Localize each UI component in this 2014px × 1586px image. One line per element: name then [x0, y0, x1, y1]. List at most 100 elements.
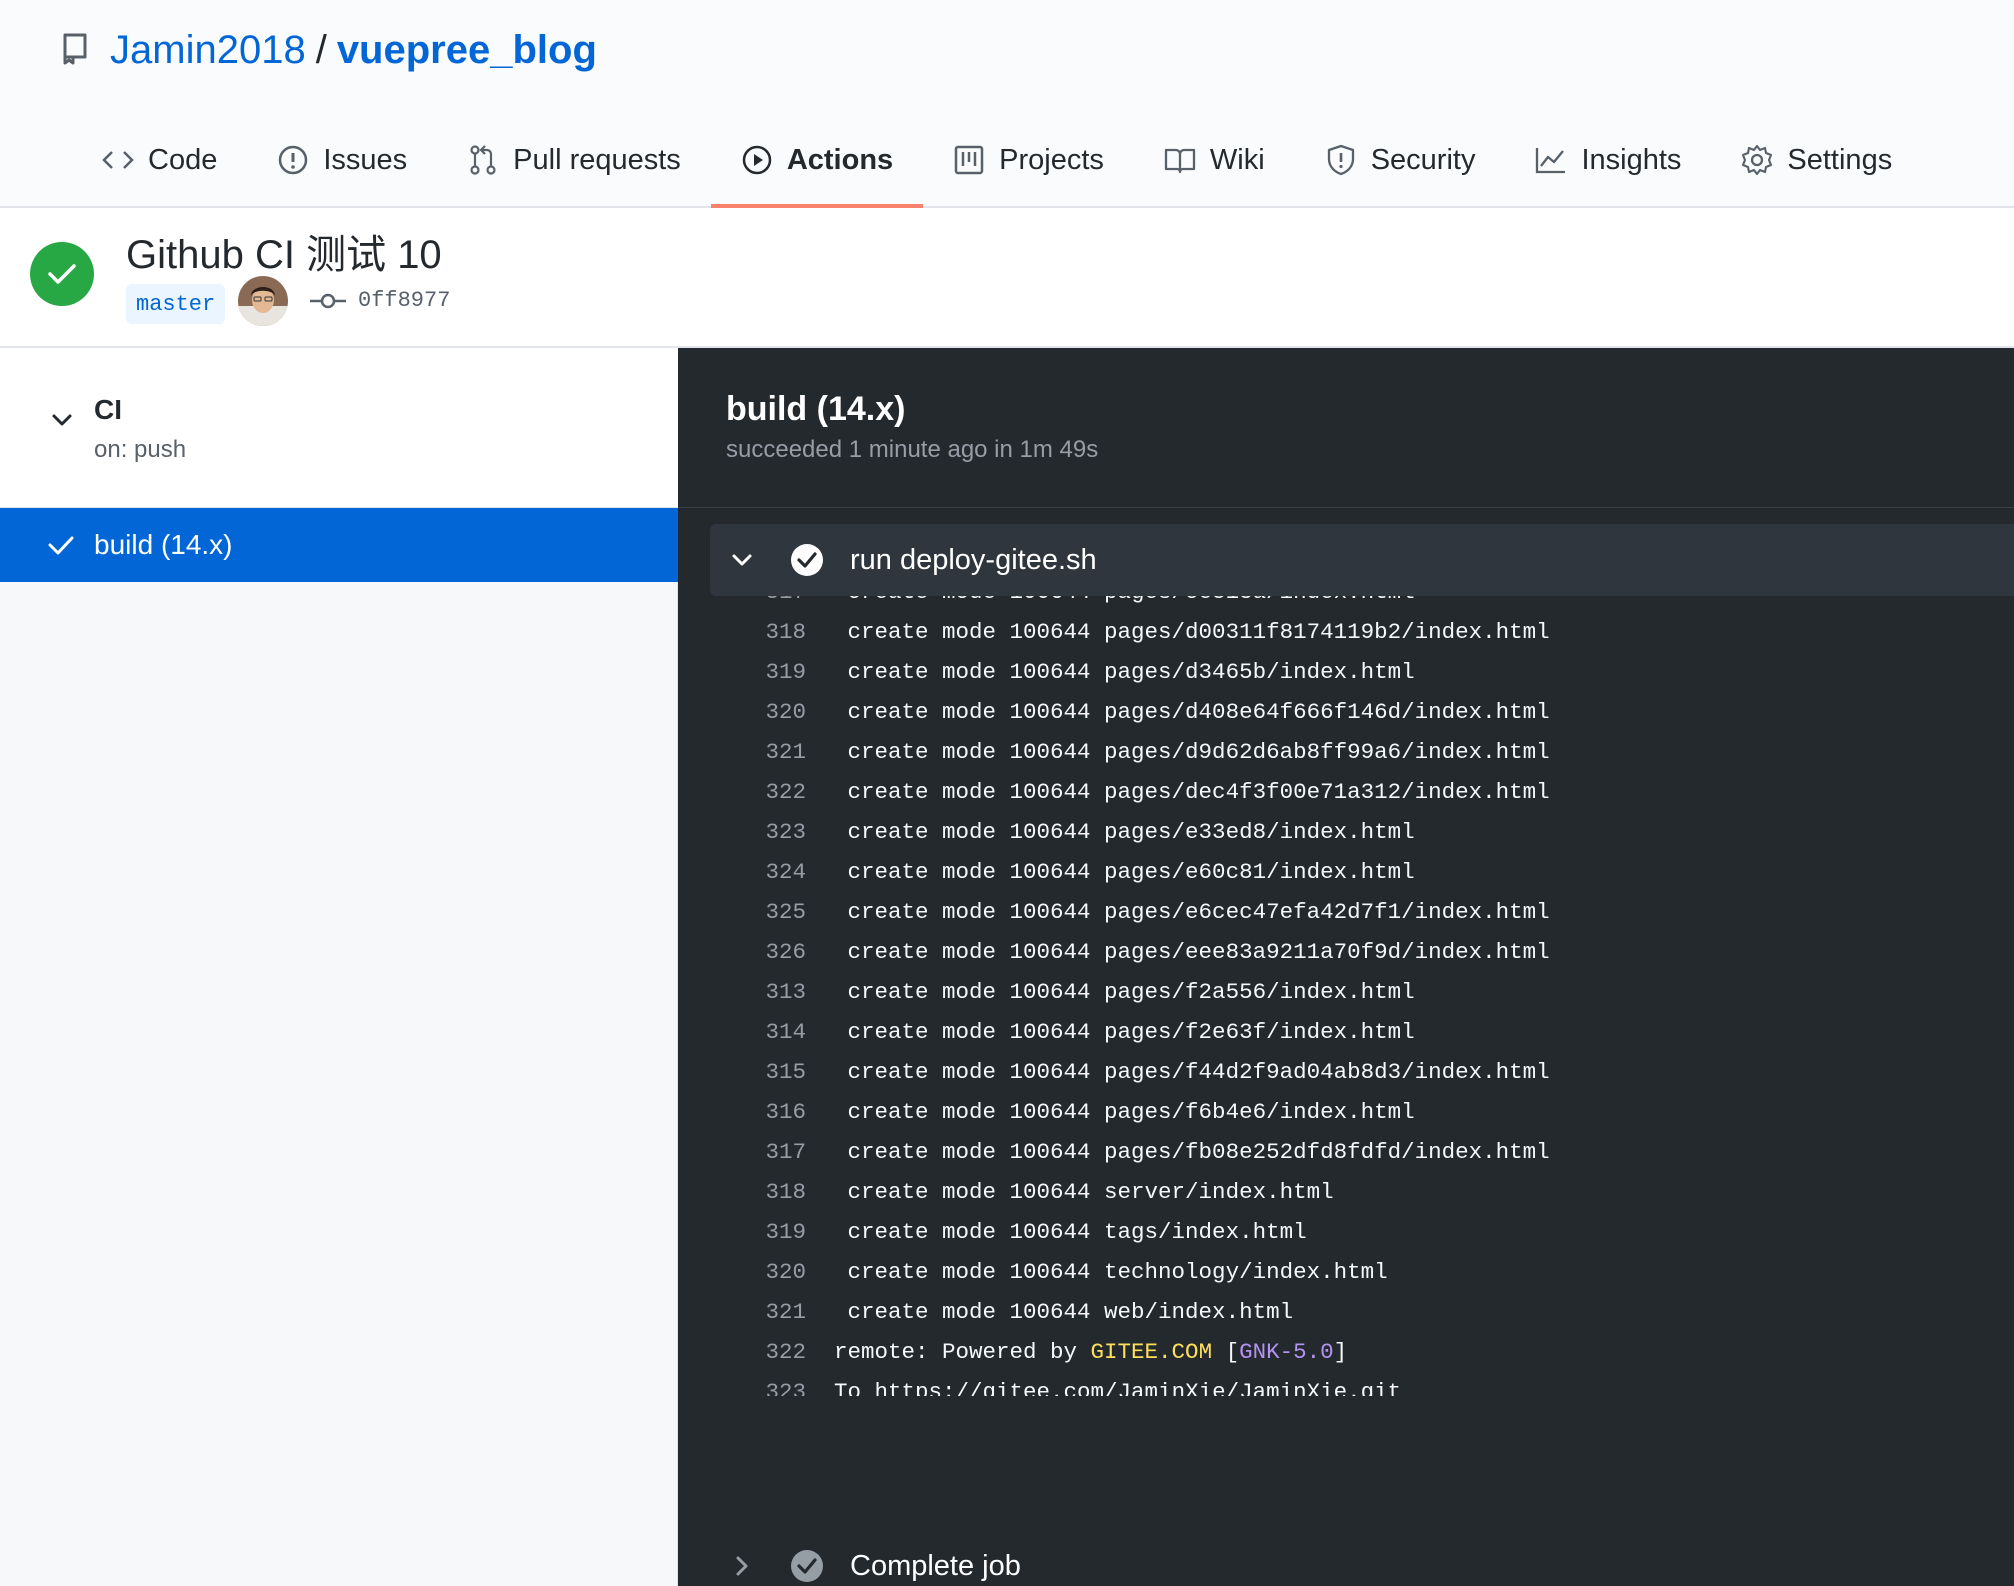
log-line-number[interactable]: 321 [678, 1299, 822, 1325]
log-output: 317 create mode 100644 pages/ce818a/inde… [678, 596, 2014, 1396]
log-line-number[interactable]: 325 [678, 899, 822, 925]
log-line-number[interactable]: 320 [678, 699, 822, 725]
step-success-icon [790, 1549, 824, 1583]
commit-sha-link[interactable]: 0ff8977 [358, 286, 450, 316]
job-status-text: succeeded 1 minute ago in 1m 49s [726, 436, 1099, 463]
tab-insights[interactable]: Insights [1505, 122, 1711, 198]
job-log-header: build (14.x) succeeded 1 minute ago in 1… [678, 348, 2014, 508]
commit-icon [310, 290, 346, 312]
log-line-number[interactable]: 313 [678, 979, 822, 1005]
success-check-icon [30, 242, 94, 306]
code-icon [102, 144, 134, 176]
log-line: 315 create mode 100644 pages/f44d2f9ad04… [678, 1052, 2014, 1092]
log-line: 326 create mode 100644 pages/eee83a9211a… [678, 932, 2014, 972]
log-line-number[interactable]: 318 [678, 1179, 822, 1205]
tab-label: Issues [323, 143, 408, 176]
log-line-text: create mode 100644 pages/f2e63f/index.ht… [834, 1019, 1415, 1045]
check-icon [46, 530, 76, 560]
step-label: run deploy-gitee.sh [850, 543, 1097, 576]
step-run-deploy[interactable]: run deploy-gitee.sh [710, 524, 2014, 596]
project-icon [953, 144, 985, 176]
branch-tag[interactable]: master [126, 284, 226, 324]
log-line-number[interactable]: 317 [678, 596, 822, 605]
log-line: 319 create mode 100644 tags/index.html [678, 1212, 2014, 1252]
tab-code[interactable]: Code [72, 122, 247, 198]
log-line-number[interactable]: 315 [678, 1059, 822, 1085]
chevron-down-icon[interactable] [48, 406, 76, 434]
log-line-text: create mode 100644 pages/dec4f3f00e71a31… [834, 779, 1550, 805]
repo-name-link[interactable]: vuepree_blog [337, 28, 597, 73]
tab-security[interactable]: Security [1295, 122, 1506, 198]
avatar[interactable] [238, 276, 288, 326]
log-text-segment: To [834, 1379, 875, 1396]
job-title: build (14.x) [726, 390, 906, 428]
repo-icon [62, 32, 90, 68]
log-line-text: create mode 100644 pages/f6b4e6/index.ht… [834, 1099, 1415, 1125]
log-line-number[interactable]: 314 [678, 1019, 822, 1045]
tab-actions[interactable]: Actions [710, 122, 924, 208]
play-icon [741, 144, 773, 176]
step-success-icon [790, 543, 824, 577]
chevron-right-icon[interactable] [728, 1552, 756, 1580]
log-line-text: create mode 100644 pages/d408e64f666f146… [834, 699, 1550, 725]
workflow-sidebar: CI on: push build (14.x) [0, 348, 678, 1586]
log-line-text: create mode 100644 pages/d3465b/index.ht… [834, 659, 1415, 685]
job-log-panel: build (14.x) succeeded 1 minute ago in 1… [678, 348, 2014, 1586]
log-line-number[interactable]: 324 [678, 859, 822, 885]
log-text-segment: GITEE.COM [1090, 1339, 1213, 1365]
log-line-number[interactable]: 320 [678, 1259, 822, 1285]
log-line-text: create mode 100644 pages/d00311f8174119b… [834, 619, 1550, 645]
job-label: build (14.x) [94, 529, 233, 560]
log-line: 318 create mode 100644 server/index.html [678, 1172, 2014, 1212]
log-line: 323 create mode 100644 pages/e33ed8/inde… [678, 812, 2014, 852]
log-line: 318 create mode 100644 pages/d00311f8174… [678, 612, 2014, 652]
tab-wiki[interactable]: Wiki [1134, 122, 1295, 198]
log-line-number[interactable]: 321 [678, 739, 822, 765]
log-line: 322 create mode 100644 pages/dec4f3f00e7… [678, 772, 2014, 812]
step-label: Complete job [850, 1549, 1021, 1582]
log-lines-container: 317 create mode 100644 pages/ce818a/inde… [678, 596, 2014, 1396]
log-line-number[interactable]: 323 [678, 1379, 822, 1396]
tab-projects[interactable]: Projects [923, 122, 1134, 198]
run-header: Github CI 测试 10 master 0ff8977 [0, 208, 2014, 348]
tab-pull-requests[interactable]: Pull requests [437, 122, 711, 198]
log-line-number[interactable]: 326 [678, 939, 822, 965]
log-line-text: create mode 100644 pages/fb08e252dfd8fdf… [834, 1139, 1550, 1165]
pull-request-icon [467, 144, 499, 176]
job-item-build[interactable]: build (14.x) [0, 508, 678, 582]
log-line-text: create mode 100644 pages/ce818a/index.ht… [822, 596, 1415, 605]
repo-header: Jamin2018 / vuepree_blog Code Issues Pul… [0, 0, 2014, 208]
tab-label: Insights [1581, 143, 1682, 176]
log-line: 321 create mode 100644 pages/d9d62d6ab8f… [678, 732, 2014, 772]
log-line-number[interactable]: 318 [678, 619, 822, 645]
tab-label: Projects [999, 143, 1104, 176]
log-line-text: create mode 100644 pages/eee83a9211a70f9… [834, 939, 1550, 965]
log-line: 321 create mode 100644 web/index.html [678, 1292, 2014, 1332]
log-line-number[interactable]: 322 [678, 1339, 822, 1365]
log-line: 325 create mode 100644 pages/e6cec47efa4… [678, 892, 2014, 932]
workflow-item[interactable]: CI on: push [0, 348, 678, 508]
chevron-down-icon[interactable] [728, 546, 756, 574]
log-link[interactable]: https://gitee.com/JaminXie/JaminXie.git [875, 1379, 1402, 1396]
graph-icon [1535, 144, 1567, 176]
log-line: 317 create mode 100644 pages/fb08e252dfd… [678, 1132, 2014, 1172]
repo-owner-link[interactable]: Jamin2018 [110, 28, 306, 73]
log-line-number[interactable]: 319 [678, 1219, 822, 1245]
log-line-number[interactable]: 317 [678, 1139, 822, 1165]
workflow-trigger: on: push [94, 436, 187, 463]
tab-label: Settings [1787, 143, 1893, 176]
tab-settings[interactable]: Settings [1711, 122, 1922, 198]
tab-issues[interactable]: Issues [247, 122, 437, 198]
log-text-segment: GNK-5.0 [1239, 1339, 1334, 1365]
log-line-text: create mode 100644 pages/e60c81/index.ht… [834, 859, 1415, 885]
log-line-number[interactable]: 322 [678, 779, 822, 805]
log-line: 313 create mode 100644 pages/f2a556/inde… [678, 972, 2014, 1012]
shield-icon [1325, 144, 1357, 176]
log-line-number[interactable]: 316 [678, 1099, 822, 1125]
log-text-segment: ] [1333, 1339, 1348, 1365]
step-complete-job[interactable]: Complete job [710, 1536, 2014, 1586]
log-line: 317 create mode 100644 pages/ce818a/inde… [678, 596, 2014, 612]
log-line: 314 create mode 100644 pages/f2e63f/inde… [678, 1012, 2014, 1052]
log-line-number[interactable]: 323 [678, 819, 822, 845]
log-line-number[interactable]: 319 [678, 659, 822, 685]
